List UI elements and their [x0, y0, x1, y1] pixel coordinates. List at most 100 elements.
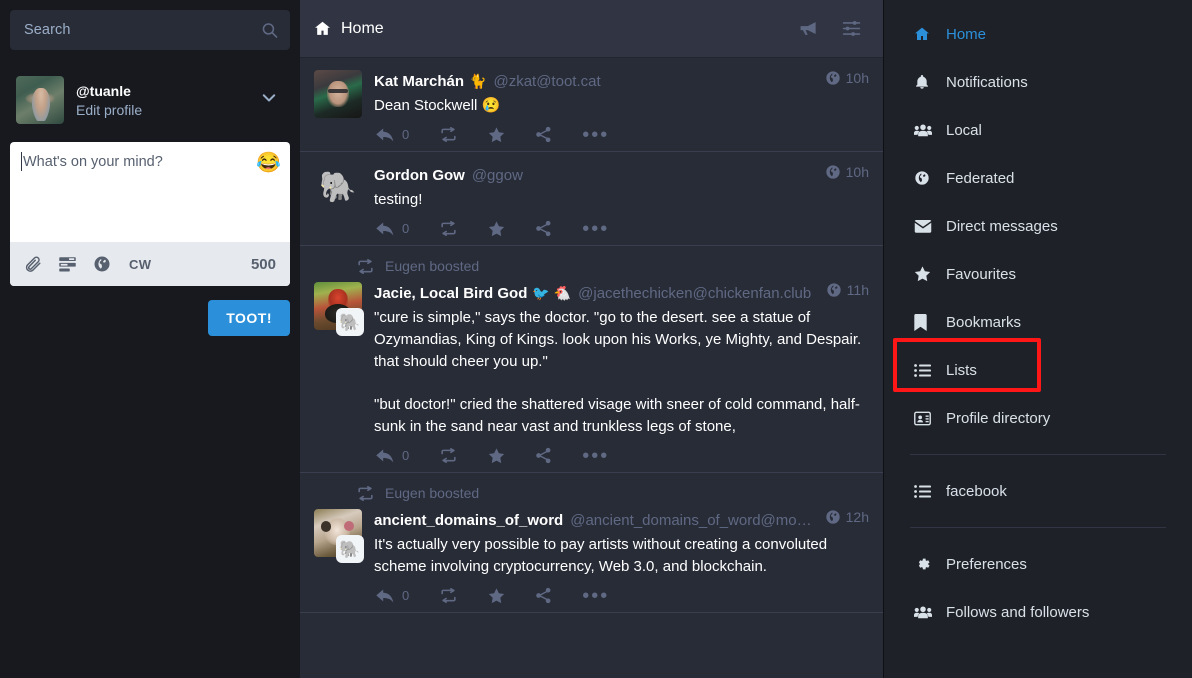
content-warning-button[interactable]: CW	[129, 257, 151, 272]
compose-toolbar: CW 500	[10, 242, 290, 286]
status-item[interactable]: Eugen boosted 🐘 ancient_domains_of_word @an…	[300, 473, 883, 613]
address-card-icon	[914, 411, 936, 426]
status-body: Kat Marchán 🐈 @zkat@toot.cat 10h Dean Stockw…	[314, 70, 869, 145]
boost-label: Eugen boosted	[385, 485, 480, 501]
sidebar-item-direct-messages[interactable]: Direct messages	[884, 202, 1192, 250]
status-main: Kat Marchán 🐈 @zkat@toot.cat 10h Dean Stockw…	[362, 70, 869, 145]
sidebar-item-home[interactable]: Home	[884, 10, 1192, 58]
status-timestamp[interactable]: 11h	[818, 282, 869, 298]
sidebar-item-preferences[interactable]: Preferences	[884, 540, 1192, 588]
search-field[interactable]: Search	[10, 10, 290, 50]
star-icon	[914, 266, 936, 282]
status-timestamp[interactable]: 12h	[817, 509, 869, 525]
share-button[interactable]	[535, 126, 552, 143]
account-switcher[interactable]: @tuanle Edit profile	[10, 76, 290, 124]
reply-button[interactable]: 0	[376, 588, 409, 604]
reply-count: 0	[402, 588, 410, 603]
column-settings-sliders-icon[interactable]	[842, 19, 861, 38]
status-main: Jacie, Local Bird God 🐦 🐔 @jacethechicken@…	[362, 282, 869, 466]
account-handle[interactable]: @zkat@toot.cat	[493, 73, 600, 90]
favourite-button[interactable]	[488, 447, 505, 464]
status-body: 🐘 Jacie, Local Bird God 🐦 🐔 @jacethechicken…	[314, 282, 869, 466]
visibility-globe-icon[interactable]	[93, 255, 111, 273]
display-name[interactable]: Jacie, Local Bird God	[374, 285, 527, 302]
sidebar-item-label: facebook	[946, 482, 1007, 500]
account-username: @tuanle	[76, 82, 131, 99]
account-handle[interactable]: @ggow	[472, 167, 523, 184]
status-list[interactable]: Kat Marchán 🐈 @zkat@toot.cat 10h Dean Stockw…	[300, 58, 883, 678]
boost-avatar-badge: 🐘	[336, 535, 364, 563]
status-item[interactable]: Kat Marchán 🐈 @zkat@toot.cat 10h Dean Stockw…	[300, 58, 883, 152]
sidebar-item-lists[interactable]: Lists	[884, 346, 1192, 394]
reply-button[interactable]: 0	[376, 127, 409, 143]
sidebar-item-bookmarks[interactable]: Bookmarks	[884, 298, 1192, 346]
timestamp-label: 10h	[845, 70, 869, 86]
compose-sidebar: Search @tuanle Edit profile What's on yo…	[0, 0, 300, 678]
display-name[interactable]: Kat Marchán	[374, 73, 464, 90]
reply-count: 0	[402, 221, 410, 236]
gear-icon	[914, 556, 936, 572]
boost-button[interactable]	[439, 448, 458, 463]
status-item[interactable]: Eugen boosted 🐘 Jacie, Local Bird God 🐦 🐔 @j…	[300, 246, 883, 473]
status-header: ancient_domains_of_word @ancient_domains_…	[374, 509, 869, 529]
sidebar-item-local[interactable]: Local	[884, 106, 1192, 154]
status-paragraph: "cure is simple," says the doctor. "go t…	[374, 309, 866, 370]
reply-button[interactable]: 0	[376, 221, 409, 237]
visibility-globe-icon	[825, 509, 841, 525]
avatar[interactable]: 🐘	[314, 164, 362, 212]
status-header: Jacie, Local Bird God 🐦 🐔 @jacethechicken@…	[374, 282, 869, 302]
emoji-picker-icon[interactable]: 😂	[256, 151, 281, 175]
boost-icon	[356, 258, 375, 274]
avatar[interactable]	[314, 70, 362, 118]
favourite-button[interactable]	[488, 220, 505, 237]
name-emoji: 🐦 🐔	[532, 285, 572, 301]
visibility-globe-icon	[825, 164, 841, 180]
name-emoji: 🐈	[469, 73, 487, 89]
boost-button[interactable]	[439, 221, 458, 236]
reply-button[interactable]: 0	[376, 448, 409, 464]
edit-profile-link[interactable]: Edit profile	[76, 102, 142, 118]
compose-textarea[interactable]: What's on your mind? 😂	[10, 142, 290, 242]
chevron-down-icon[interactable]	[260, 89, 278, 112]
sidebar-item-label: Notifications	[946, 73, 1028, 91]
share-button[interactable]	[535, 587, 552, 604]
attach-icon[interactable]	[24, 255, 42, 273]
favourite-button[interactable]	[488, 587, 505, 604]
account-handle[interactable]: @ancient_domains_of_word@monads.o…	[570, 512, 816, 529]
account-handle[interactable]: @jacethechicken@chickenfan.club	[578, 285, 811, 302]
users-icon	[914, 604, 936, 620]
status-item[interactable]: 🐘 Gordon Gow @ggow 10h testing! 0 •••	[300, 152, 883, 246]
boost-button[interactable]	[439, 588, 458, 603]
toot-button[interactable]: TOOT!	[208, 300, 290, 336]
sidebar-item-label: Home	[946, 25, 987, 43]
sidebar-item-federated[interactable]: Federated	[884, 154, 1192, 202]
sidebar-item-facebook[interactable]: facebook	[884, 467, 1192, 515]
more-options-button[interactable]: •••	[582, 219, 609, 239]
reply-count: 0	[402, 127, 410, 142]
announcements-megaphone-icon[interactable]	[799, 19, 818, 38]
display-name[interactable]: Gordon Gow	[374, 167, 465, 184]
avatar-wrap: 🐘	[314, 282, 364, 464]
share-button[interactable]	[535, 447, 552, 464]
more-options-button[interactable]: •••	[582, 446, 609, 466]
status-timestamp[interactable]: 10h	[817, 70, 869, 86]
search-icon[interactable]	[261, 22, 278, 39]
boost-button[interactable]	[439, 127, 458, 142]
poll-icon[interactable]	[58, 255, 77, 273]
character-counter: 500	[250, 255, 276, 273]
more-options-button[interactable]: •••	[582, 586, 609, 606]
compose-form: What's on your mind? 😂 CW 500	[10, 142, 290, 286]
favourite-button[interactable]	[488, 126, 505, 143]
bookmark-icon	[914, 313, 936, 331]
share-button[interactable]	[535, 220, 552, 237]
navigation-sidebar: Home Notifications Local Federated Direct me…	[884, 0, 1192, 678]
display-name[interactable]: ancient_domains_of_word	[374, 512, 563, 529]
sidebar-item-profile-directory[interactable]: Profile directory	[884, 394, 1192, 442]
sidebar-item-favourites[interactable]: Favourites	[884, 250, 1192, 298]
sidebar-item-follows-and-followers[interactable]: Follows and followers	[884, 588, 1192, 636]
reply-count: 0	[402, 448, 410, 463]
status-timestamp[interactable]: 10h	[817, 164, 869, 180]
sidebar-item-notifications[interactable]: Notifications	[884, 58, 1192, 106]
more-options-button[interactable]: •••	[582, 125, 609, 145]
avatar-wrap	[314, 70, 362, 143]
